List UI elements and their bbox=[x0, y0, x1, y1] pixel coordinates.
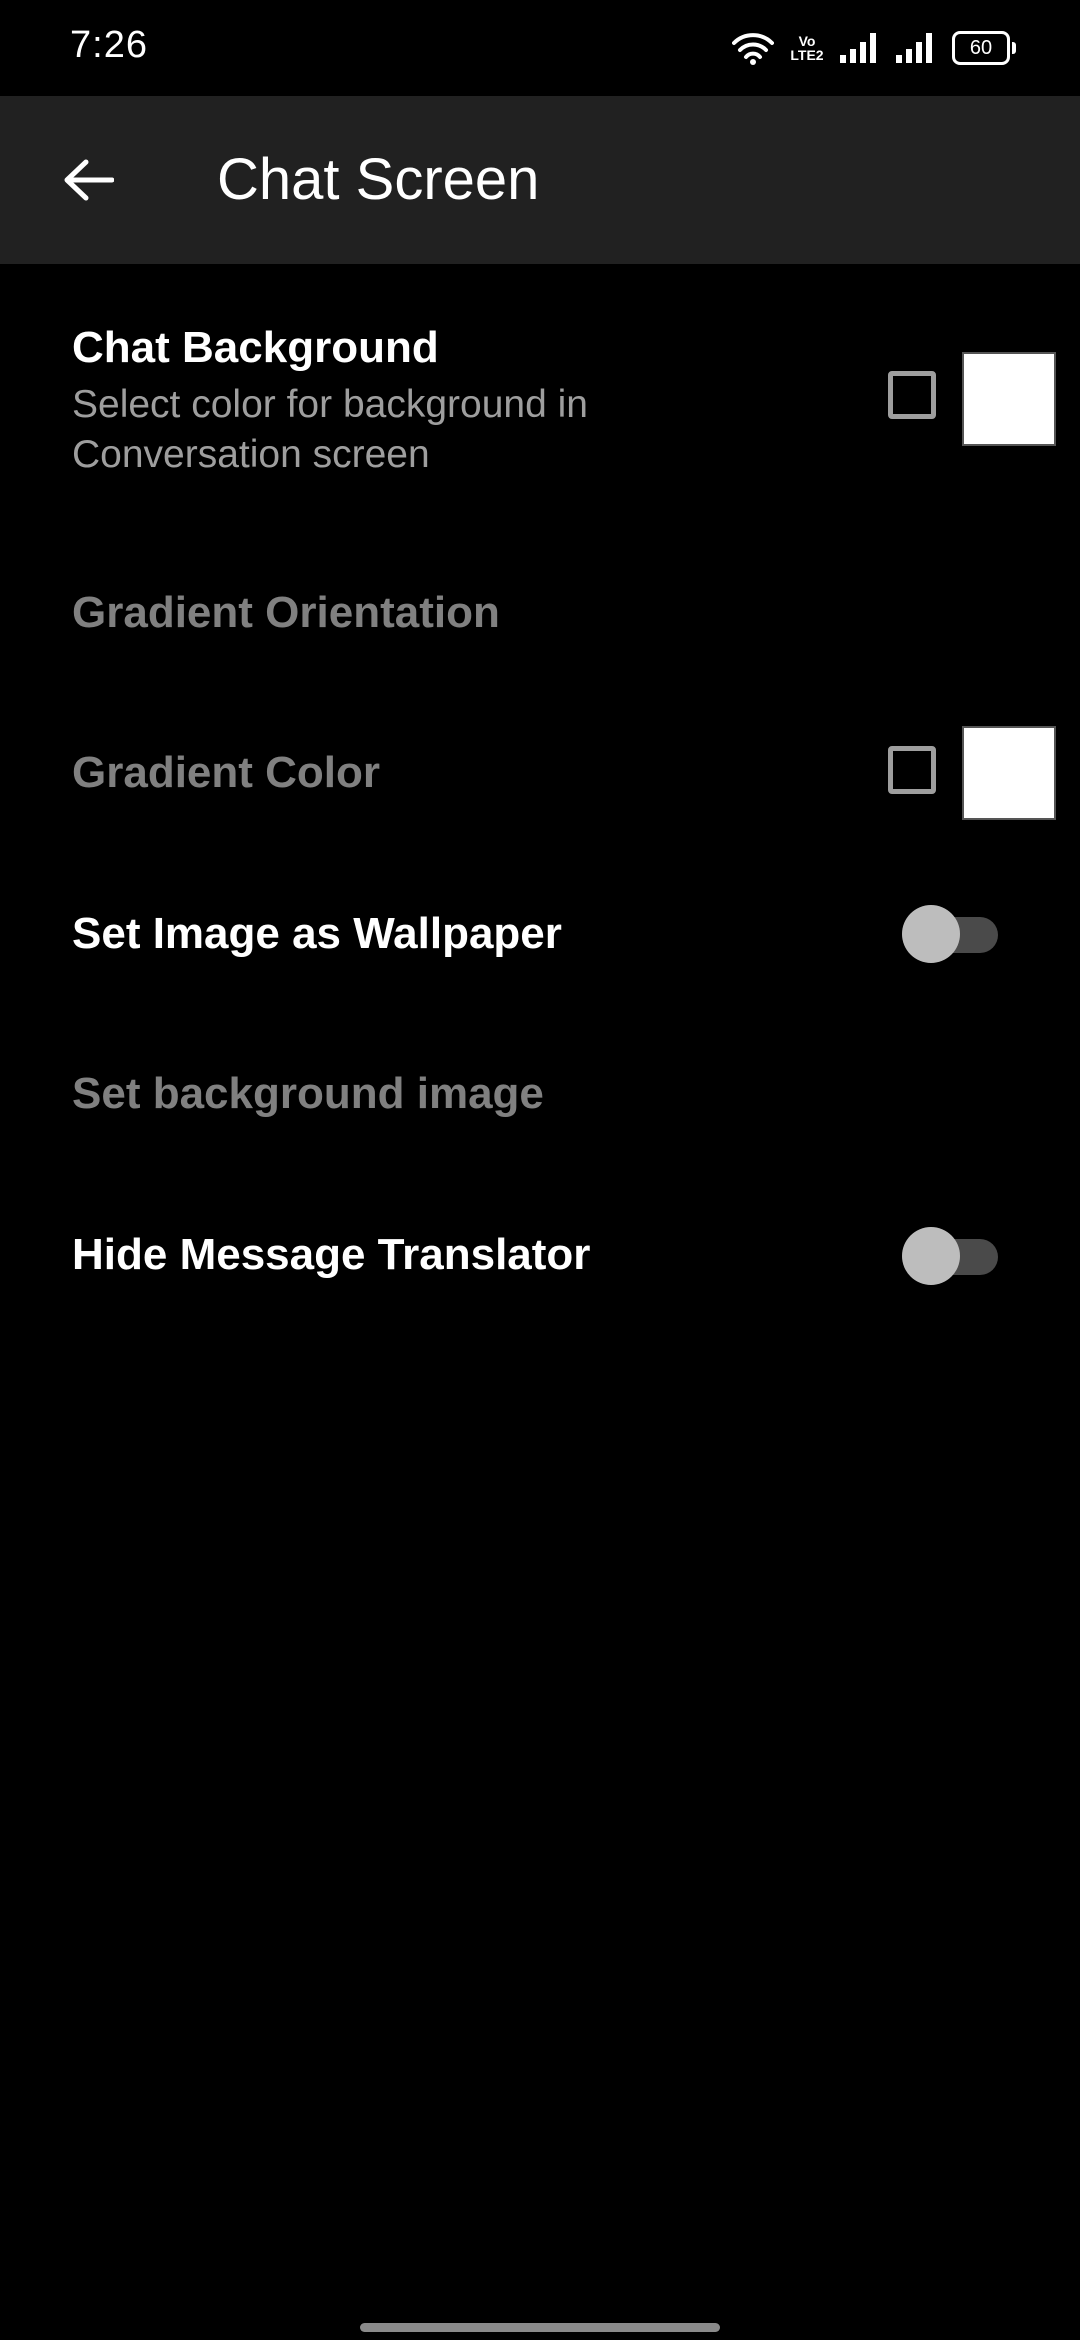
set-image-wallpaper-switch[interactable] bbox=[900, 903, 1000, 965]
chat-background-checkbox[interactable] bbox=[888, 371, 936, 419]
setting-gradient-orientation[interactable]: Gradient Orientation bbox=[0, 574, 1080, 684]
setting-title: Gradient Orientation bbox=[72, 588, 500, 637]
setting-summary: Select color for background in Conversat… bbox=[72, 383, 588, 476]
status-time: 7:26 bbox=[70, 24, 148, 66]
setting-gradient-color[interactable]: Gradient Color bbox=[0, 720, 1080, 830]
gradient-color-swatch[interactable] bbox=[962, 726, 1056, 820]
setting-title: Set Image as Wallpaper bbox=[72, 909, 562, 958]
volte-label-top: Vo bbox=[798, 33, 816, 49]
setting-chat-background[interactable]: Chat Background Select color for backgro… bbox=[0, 300, 1080, 520]
chat-screen-settings: 7:26 Vo LTE2 60 Chat Screen Chat Backgro… bbox=[0, 0, 1080, 2340]
setting-title: Chat Background bbox=[72, 323, 439, 372]
signal-icon bbox=[896, 33, 932, 63]
setting-title: Gradient Color bbox=[72, 748, 381, 797]
status-icons: Vo LTE2 60 bbox=[732, 28, 1016, 68]
status-bar: 7:26 Vo LTE2 60 bbox=[0, 0, 1080, 96]
setting-set-background-image[interactable]: Set background image bbox=[0, 1042, 1080, 1152]
arrow-left-icon bbox=[64, 159, 114, 201]
wifi-icon bbox=[732, 33, 774, 65]
setting-title: Hide Message Translator bbox=[72, 1230, 591, 1279]
switch-thumb bbox=[902, 905, 960, 963]
setting-set-image-wallpaper[interactable]: Set Image as Wallpaper bbox=[0, 880, 1080, 990]
battery-icon: 60 bbox=[952, 31, 1016, 65]
gradient-color-checkbox[interactable] bbox=[888, 746, 936, 794]
back-button[interactable] bbox=[48, 140, 128, 220]
setting-title: Set background image bbox=[72, 1069, 544, 1118]
toolbar: Chat Screen bbox=[0, 96, 1080, 264]
volte-label-bottom: LTE2 bbox=[790, 47, 824, 63]
setting-hide-message-translator[interactable]: Hide Message Translator bbox=[0, 1202, 1080, 1312]
gesture-nav-handle[interactable] bbox=[360, 2323, 720, 2332]
hide-message-translator-switch[interactable] bbox=[900, 1225, 1000, 1287]
page-title: Chat Screen bbox=[217, 147, 540, 212]
chat-background-color-swatch[interactable] bbox=[962, 352, 1056, 446]
signal-icon bbox=[840, 33, 876, 63]
switch-thumb bbox=[902, 1227, 960, 1285]
volte-icon: Vo LTE2 bbox=[790, 34, 824, 62]
